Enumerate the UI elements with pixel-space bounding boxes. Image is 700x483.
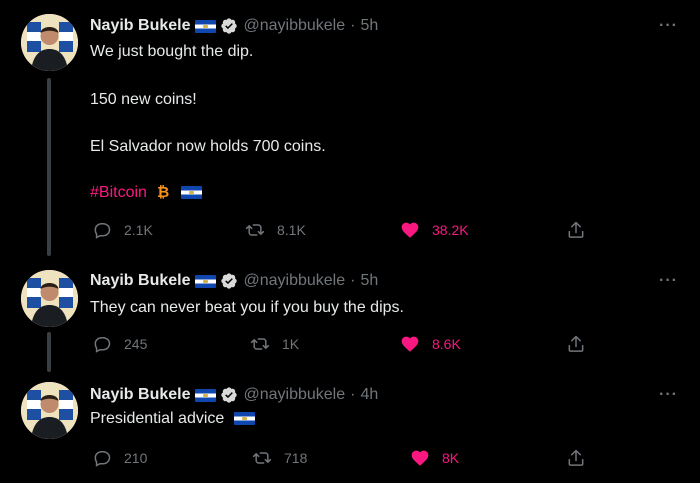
- avatar-image: [21, 14, 78, 71]
- reply-count: 245: [124, 336, 148, 352]
- more-icon[interactable]: ···: [659, 272, 678, 290]
- like-count: 8.6K: [432, 336, 461, 352]
- tweet-thread: Nayib Bukele @nayibbukele · 5h ··· We ju…: [0, 0, 700, 483]
- tweet-header: Nayib Bukele @nayibbukele · 4h: [90, 386, 378, 404]
- author-handle[interactable]: @nayibbukele: [243, 386, 345, 404]
- author-name[interactable]: Nayib Bukele: [90, 17, 190, 35]
- like-count: 38.2K: [432, 222, 469, 238]
- flag-el-salvador-icon: [195, 274, 217, 288]
- tweet-text-line: We just bought the dip.: [90, 43, 254, 60]
- share-button[interactable]: [566, 448, 586, 468]
- tweet-time[interactable]: 5h: [360, 272, 378, 290]
- tweet-time[interactable]: 4h: [360, 386, 378, 404]
- share-icon: [568, 449, 584, 466]
- retweet-icon: [250, 338, 270, 350]
- avatar[interactable]: [21, 382, 78, 439]
- author-handle[interactable]: @nayibbukele: [243, 17, 345, 35]
- avatar[interactable]: [21, 270, 78, 327]
- share-icon: [568, 221, 584, 238]
- flag-el-salvador-icon: [195, 388, 217, 402]
- retweet-button[interactable]: 1K: [250, 334, 299, 354]
- tweet[interactable]: Nayib Bukele @nayibbukele · 5h ··· We ju…: [0, 0, 700, 256]
- avatar-image: [21, 382, 78, 439]
- tweet[interactable]: Nayib Bukele @nayibbukele · 5h ··· They …: [0, 256, 700, 372]
- retweet-icon: [245, 224, 265, 236]
- tweet[interactable]: Nayib Bukele @nayibbukele · 4h ··· Presi…: [0, 372, 700, 483]
- like-button[interactable]: 38.2K: [400, 220, 469, 240]
- retweet-icon: [252, 452, 272, 464]
- flag-el-salvador-icon: [195, 19, 217, 33]
- svg-text:₿: ₿: [157, 183, 169, 199]
- hashtag-line: #Bitcoin ₿: [90, 183, 202, 202]
- reply-icon: [94, 337, 111, 353]
- tweet-header: Nayib Bukele @nayibbukele · 5h: [90, 272, 378, 290]
- tweet-text: Presidential advice: [90, 410, 225, 427]
- reply-count: 210: [124, 450, 148, 466]
- tweet-text-line: 150 new coins!: [90, 91, 197, 108]
- retweet-button[interactable]: 8.1K: [245, 220, 306, 240]
- bitcoin-icon: ₿: [155, 183, 171, 201]
- author-name[interactable]: Nayib Bukele: [90, 272, 190, 290]
- like-icon: [401, 222, 419, 238]
- like-icon: [401, 336, 419, 352]
- separator-dot: ·: [350, 272, 356, 289]
- flag-el-salvador-icon: [233, 412, 255, 426]
- reply-icon: [94, 223, 111, 239]
- author-name[interactable]: Nayib Bukele: [90, 386, 190, 404]
- tweet-header: Nayib Bukele @nayibbukele · 5h: [90, 17, 378, 35]
- share-icon: [568, 335, 584, 352]
- more-icon[interactable]: ···: [659, 17, 678, 35]
- like-icon: [411, 450, 429, 466]
- tweet-time[interactable]: 5h: [360, 17, 378, 35]
- hashtag-link[interactable]: #Bitcoin: [90, 184, 147, 201]
- tweet-actions: 2.1K 8.1K 38.2K: [90, 220, 610, 244]
- retweet-count: 718: [284, 450, 308, 466]
- verified-badge-icon: [220, 17, 238, 35]
- separator-dot: ·: [350, 386, 356, 403]
- retweet-count: 8.1K: [277, 222, 306, 238]
- like-button[interactable]: 8K: [410, 448, 459, 468]
- separator-dot: ·: [350, 17, 356, 34]
- verified-badge-icon: [220, 272, 238, 290]
- flag-el-salvador-icon: [180, 186, 202, 200]
- more-icon[interactable]: ···: [659, 386, 678, 404]
- reply-icon: [94, 451, 111, 467]
- tweet-actions: 245 1K 8.6K: [90, 334, 610, 358]
- reply-button[interactable]: 245: [92, 334, 147, 354]
- retweet-count: 1K: [282, 336, 300, 352]
- retweet-button[interactable]: 718: [252, 448, 307, 468]
- verified-badge-icon: [220, 386, 238, 404]
- tweet-actions: 210 718 8K: [90, 448, 610, 472]
- tweet-text-line: Presidential advice: [90, 410, 255, 428]
- like-count: 8K: [442, 450, 460, 466]
- tweet-text-line: El Salvador now holds 700 coins.: [90, 138, 326, 155]
- reply-count: 2.1K: [124, 222, 153, 238]
- share-button[interactable]: [566, 334, 586, 354]
- tweet-text-line: They can never beat you if you buy the d…: [90, 299, 404, 316]
- like-button[interactable]: 8.6K: [400, 334, 461, 354]
- avatar-image: [21, 270, 78, 327]
- reply-button[interactable]: 210: [92, 448, 147, 468]
- share-button[interactable]: [566, 220, 586, 240]
- avatar[interactable]: [21, 14, 78, 71]
- reply-button[interactable]: 2.1K: [92, 220, 153, 240]
- author-handle[interactable]: @nayibbukele: [243, 272, 345, 290]
